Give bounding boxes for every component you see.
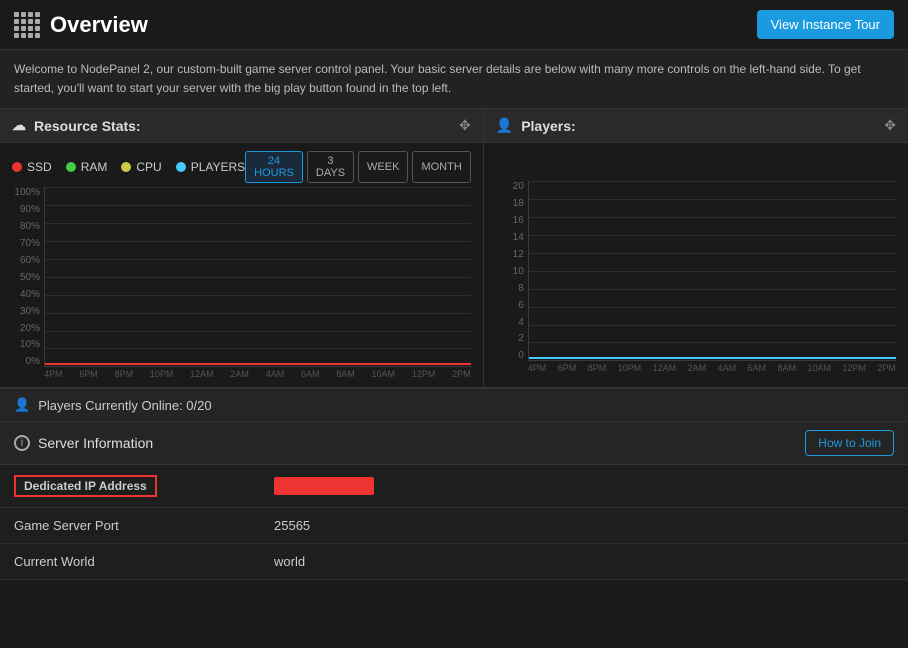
expand-icon[interactable]: ✥ <box>459 117 471 134</box>
info-icon: i <box>14 435 30 451</box>
ssd-line <box>45 363 471 365</box>
table-row: Current World world <box>0 544 908 580</box>
resource-y-axis: 0% 10% 20% 30% 40% 50% 60% 70% 80% 90% 1… <box>0 187 44 367</box>
chart-controls: SSD RAM CPU PLAYERS 24 HOURS 3 DAYS <box>0 143 483 187</box>
ram-label: RAM <box>81 160 108 174</box>
time-24h-button[interactable]: 24 HOURS <box>245 151 303 183</box>
person-icon-2: 👤 <box>14 397 30 413</box>
dedicated-ip-label: Dedicated IP Address <box>14 475 157 497</box>
resource-x-axis: 4PM 6PM 8PM 10PM 12AM 2AM 4AM 6AM 8AM 10… <box>44 367 471 379</box>
ssd-label: SSD <box>27 160 52 174</box>
players-title-area: 👤 Players: <box>496 117 576 134</box>
page-title: Overview <box>50 12 148 38</box>
legend-cpu: CPU <box>121 160 161 174</box>
resource-stats-header: ☁ Resource Stats: ✥ <box>0 109 483 143</box>
players-online-text: Players Currently Online: 0/20 <box>38 398 211 413</box>
port-value-cell: 25565 <box>274 518 310 533</box>
cpu-label: CPU <box>136 160 161 174</box>
server-info-header: i Server Information How to Join <box>0 422 908 465</box>
charts-row: ☁ Resource Stats: ✥ SSD RAM CPU <box>0 109 908 388</box>
port-label-cell: Game Server Port <box>14 518 274 533</box>
server-info-title-area: i Server Information <box>14 435 153 451</box>
players-dot <box>176 162 186 172</box>
server-info-title: Server Information <box>38 435 153 451</box>
players-panel: 👤 Players: ✥ 0 2 4 6 8 10 12 14 16 18 20 <box>484 109 908 387</box>
how-to-join-button[interactable]: How to Join <box>805 430 894 456</box>
resource-stats-panel: ☁ Resource Stats: ✥ SSD RAM CPU <box>0 109 484 387</box>
page-header: Overview View Instance Tour <box>0 0 908 50</box>
ip-redacted-value <box>274 477 374 495</box>
apps-icon <box>14 12 40 38</box>
ram-dot <box>66 162 76 172</box>
table-row: Game Server Port 25565 <box>0 508 908 544</box>
ip-value-cell <box>274 477 374 495</box>
server-info-table: Dedicated IP Address Game Server Port 25… <box>0 465 908 580</box>
current-world-value: world <box>274 554 305 569</box>
time-month-button[interactable]: MONTH <box>412 151 470 183</box>
players-panel-header: 👤 Players: ✥ <box>484 109 908 143</box>
players-chart-area: 0 2 4 6 8 10 12 14 16 18 20 <box>484 181 908 381</box>
tour-button[interactable]: View Instance Tour <box>757 10 894 39</box>
legend-ram: RAM <box>66 160 108 174</box>
world-label-cell: Current World <box>14 554 274 569</box>
players-spacer <box>484 143 908 181</box>
world-value-cell: world <box>274 554 305 569</box>
resource-chart-area: 0% 10% 20% 30% 40% 50% 60% 70% 80% 90% 1… <box>0 187 483 387</box>
players-y-axis: 0 2 4 6 8 10 12 14 16 18 20 <box>484 181 528 361</box>
legend-ssd: SSD <box>12 160 52 174</box>
legend-players: PLAYERS <box>176 160 245 174</box>
person-icon: 👤 <box>496 117 513 134</box>
cloud-icon: ☁ <box>12 117 26 134</box>
resource-chart-grid <box>44 187 471 367</box>
chart-legend: SSD RAM CPU PLAYERS <box>12 160 245 174</box>
players-title: Players: <box>521 118 575 134</box>
ip-label-cell: Dedicated IP Address <box>14 475 274 497</box>
players-online-bar: 👤 Players Currently Online: 0/20 <box>0 388 908 422</box>
resource-stats-title: Resource Stats: <box>34 118 141 134</box>
game-server-port-label: Game Server Port <box>14 518 119 533</box>
current-world-label: Current World <box>14 554 95 569</box>
players-chart-inner: 4PM 6PM 8PM 10PM 12AM 2AM 4AM 6AM 8AM 10… <box>528 181 896 373</box>
resource-stats-title-area: ☁ Resource Stats: <box>12 117 141 134</box>
time-3days-button[interactable]: 3 DAYS <box>307 151 354 183</box>
ssd-dot <box>12 162 22 172</box>
header-left: Overview <box>14 12 148 38</box>
resource-chart-inner: 4PM 6PM 8PM 10PM 12AM 2AM 4AM 6AM 8AM 10… <box>44 187 471 379</box>
time-week-button[interactable]: WEEK <box>358 151 408 183</box>
players-line <box>529 357 896 359</box>
table-row: Dedicated IP Address <box>0 465 908 508</box>
time-buttons: 24 HOURS 3 DAYS WEEK MONTH <box>245 151 471 183</box>
cpu-dot <box>121 162 131 172</box>
players-expand-icon[interactable]: ✥ <box>884 117 896 134</box>
welcome-message: Welcome to NodePanel 2, our custom-built… <box>0 50 908 109</box>
players-x-axis: 4PM 6PM 8PM 10PM 12AM 2AM 4AM 6AM 8AM 10… <box>528 361 896 373</box>
players-chart-grid <box>528 181 896 361</box>
welcome-text: Welcome to NodePanel 2, our custom-built… <box>14 62 861 95</box>
game-server-port-value: 25565 <box>274 518 310 533</box>
server-information-section: i Server Information How to Join Dedicat… <box>0 422 908 580</box>
players-label: PLAYERS <box>191 160 245 174</box>
